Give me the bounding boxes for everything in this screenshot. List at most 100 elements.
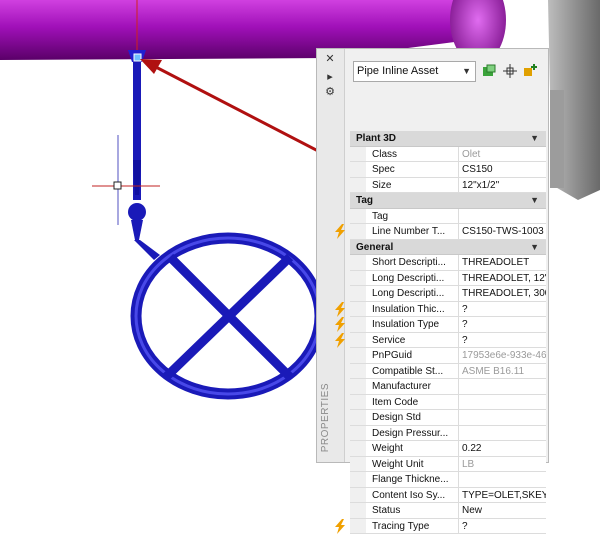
row-gutter — [350, 379, 366, 394]
category-header[interactable]: Plant 3D ▼ — [350, 131, 546, 147]
property-name: Size — [372, 179, 392, 191]
lightning-bolt-icon — [333, 518, 347, 534]
property-row[interactable]: Insulation Thic...? — [335, 301, 546, 317]
property-row[interactable]: Manufacturer — [350, 379, 546, 395]
property-value[interactable]: THREADOLET, 3000... — [458, 286, 546, 301]
property-row[interactable]: Line Number T... CS150-TWS-1003 — [335, 224, 546, 240]
property-value[interactable]: TYPE=OLET,SKEY=T... — [458, 487, 546, 502]
palette-title: PROPERTIES — [320, 382, 331, 452]
property-name: Weight — [372, 443, 403, 454]
adjacent-pipe-flange[interactable] — [550, 90, 564, 188]
row-gutter — [350, 472, 366, 487]
property-name: Insulation Type — [372, 319, 440, 330]
pin-icon[interactable]: ▸ — [324, 71, 336, 83]
close-icon[interactable]: ✕ — [324, 53, 336, 65]
property-value[interactable]: New — [458, 503, 546, 518]
property-name: Design Pressur... — [372, 427, 449, 439]
property-name: Long Descripti... — [372, 288, 445, 299]
row-gutter — [350, 224, 366, 239]
property-name: Design Std — [372, 412, 421, 423]
property-value[interactable]: ? — [458, 518, 546, 533]
row-gutter — [350, 255, 366, 270]
collapse-chevron-icon[interactable]: ▼ — [530, 131, 539, 147]
property-row[interactable]: Insulation Type? — [335, 317, 546, 333]
property-row[interactable]: Tag — [350, 208, 546, 224]
property-value: ASME B16.11 — [458, 363, 546, 378]
property-value[interactable] — [458, 394, 546, 409]
property-row[interactable]: Flange Thickne... — [350, 472, 546, 488]
property-row[interactable]: Size 12"x1/2" — [350, 177, 546, 193]
property-value[interactable]: THREADOLET — [458, 255, 546, 270]
lightning-bolt-icon — [333, 332, 347, 348]
settings-icon[interactable]: ⚙ — [324, 86, 336, 98]
property-row[interactable]: Compatible St... ASME B16.11 — [350, 363, 546, 379]
property-value[interactable]: CS150 — [458, 162, 546, 177]
property-row[interactable]: Tracing Type? — [335, 518, 546, 534]
property-row[interactable]: Short Descripti... THREADOLET — [350, 255, 546, 271]
collapse-chevron-icon[interactable]: ▼ — [530, 240, 539, 256]
property-value[interactable] — [458, 379, 546, 394]
property-row[interactable]: Spec CS150 — [350, 162, 546, 178]
handwheel[interactable] — [130, 232, 326, 400]
grip-handle[interactable] — [133, 53, 142, 62]
category-label: Plant 3D — [356, 133, 397, 144]
property-row[interactable]: Service? — [335, 332, 546, 348]
row-gutter — [350, 317, 366, 332]
property-row[interactable]: Design Std — [350, 410, 546, 426]
property-name: Status — [372, 505, 401, 516]
valve-body[interactable] — [128, 203, 146, 221]
property-value[interactable]: ? — [458, 332, 546, 347]
asset-type-select[interactable]: Pipe Inline Asset ▼ — [353, 61, 476, 82]
property-value: LB — [458, 456, 546, 471]
property-value[interactable] — [458, 425, 546, 440]
property-row[interactable]: Class Olet — [350, 146, 546, 162]
property-row[interactable]: Long Descripti... THREADOLET, 12"X... — [350, 270, 546, 286]
property-row[interactable]: Weight 0.22 — [350, 441, 546, 457]
property-grid: Plant 3D ▼ Class Olet Spec CS150 Size 12"x1/2" T… — [335, 131, 546, 534]
property-value[interactable]: 12"x1/2" — [458, 177, 546, 192]
property-name: Service — [372, 334, 406, 346]
property-name: Long Descripti... — [372, 272, 445, 284]
chevron-down-icon: ▼ — [462, 66, 471, 76]
row-gutter — [350, 162, 366, 177]
property-name: Insulation Thic... — [372, 303, 445, 315]
property-row[interactable]: Status New — [350, 503, 546, 519]
property-name: Content Iso Sy... — [372, 489, 446, 501]
property-row[interactable]: Item Code — [350, 394, 546, 410]
property-name: Short Descripti... — [372, 257, 446, 268]
properties-palette: ✕ ▸ ⚙ PROPERTIES Pipe Inline Asset ▼ Pla… — [316, 48, 549, 534]
row-gutter — [350, 348, 366, 363]
property-value[interactable] — [458, 410, 546, 425]
property-name: Tracing Type — [372, 520, 430, 532]
property-value[interactable]: ? — [458, 317, 546, 332]
property-name: PnPGuid — [372, 350, 413, 361]
row-gutter — [350, 146, 366, 161]
property-value[interactable] — [458, 208, 546, 223]
category-header[interactable]: General ▼ — [350, 239, 546, 256]
valve-neck — [134, 240, 160, 260]
property-row[interactable]: Long Descripti... THREADOLET, 3000... — [350, 286, 546, 302]
property-value[interactable] — [458, 472, 546, 487]
property-row[interactable]: Design Pressur... — [350, 425, 546, 441]
asset-type-value: Pipe Inline Asset — [357, 65, 439, 77]
property-name: Compatible St... — [372, 365, 444, 377]
property-value[interactable]: 0.22 — [458, 441, 546, 456]
quick-select-icon[interactable] — [481, 63, 497, 79]
property-value[interactable]: THREADOLET, 12"X... — [458, 270, 546, 285]
valve-bonnet — [131, 220, 143, 240]
property-row[interactable]: PnPGuid 17953e6e-933e-46... — [350, 348, 546, 364]
toggle-pickadd-icon[interactable] — [523, 63, 539, 79]
property-row[interactable]: Weight Unit LB — [350, 456, 546, 472]
row-gutter — [350, 177, 366, 192]
select-objects-icon[interactable] — [502, 63, 518, 79]
property-value[interactable]: ? — [458, 301, 546, 316]
lightning-bolt-icon — [333, 301, 347, 317]
row-gutter — [350, 332, 366, 347]
row-gutter — [350, 487, 366, 502]
category-header[interactable]: Tag ▼ — [350, 193, 546, 209]
property-value[interactable]: CS150-TWS-1003 — [458, 224, 546, 239]
property-row[interactable]: Content Iso Sy... TYPE=OLET,SKEY=T... — [350, 487, 546, 503]
row-gutter — [350, 456, 366, 471]
row-gutter — [350, 286, 366, 301]
collapse-chevron-icon[interactable]: ▼ — [530, 193, 539, 209]
